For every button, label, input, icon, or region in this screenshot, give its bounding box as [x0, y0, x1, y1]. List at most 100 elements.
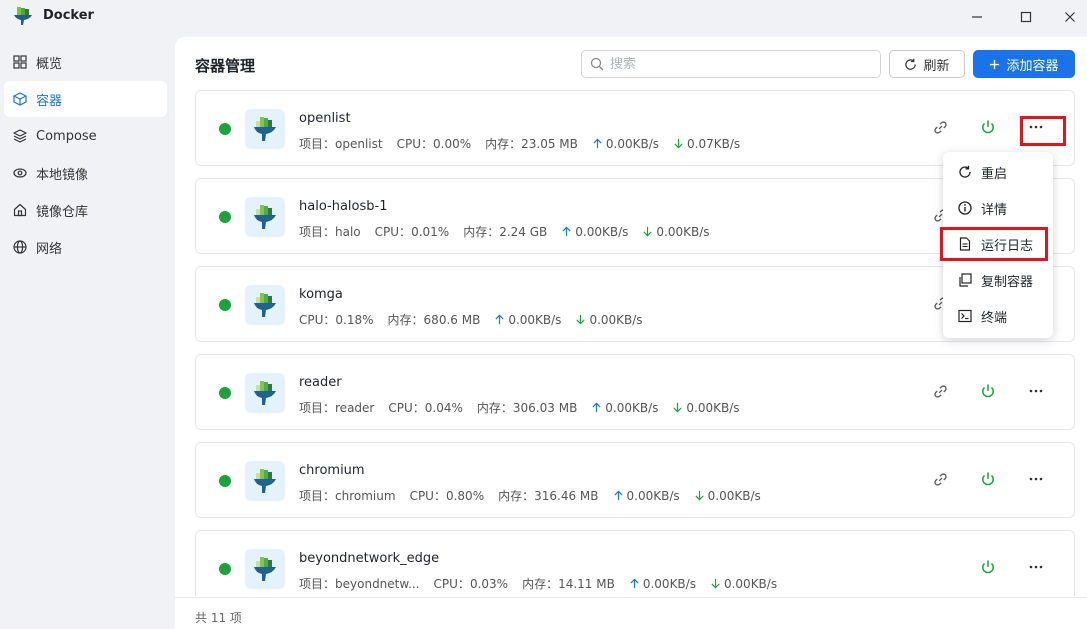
power-button[interactable] — [976, 117, 1000, 141]
download-arrow-icon — [575, 314, 586, 325]
open-link-button[interactable] — [928, 381, 952, 405]
container-name: komga — [299, 287, 343, 302]
container-logo-icon — [245, 549, 285, 589]
project-value: halo — [335, 224, 361, 239]
running-status-dot — [219, 475, 231, 487]
running-status-dot — [219, 387, 231, 399]
layers-icon — [12, 128, 28, 144]
sidebar-item-network[interactable]: 网络 — [4, 229, 167, 265]
info-icon — [958, 201, 972, 215]
download-arrow-icon — [672, 402, 683, 413]
container-stats: CPU： 0.18% 内存： 680.6 MB 0.00KB/s 0.00KB/s — [299, 311, 643, 328]
container-logo-icon — [245, 461, 285, 501]
terminal-icon — [958, 309, 972, 323]
container-card[interactable]: reader 项目： reader CPU： 0.04% 内存： 306.03 MB 0.00… — [195, 354, 1075, 430]
memory-label: 内存： — [387, 313, 424, 327]
power-button[interactable] — [976, 381, 1000, 405]
sidebar: 概览 容器 Compose 本地镜像 镜像仓库 网络 — [0, 44, 175, 266]
running-status-dot — [219, 123, 231, 135]
sidebar-item-compose[interactable]: Compose — [4, 118, 167, 154]
more-actions-button[interactable] — [1024, 381, 1048, 405]
sidebar-item-overview[interactable]: 概览 — [4, 44, 167, 80]
upload-rate: 0.00KB/s — [508, 312, 562, 327]
maximize-button[interactable] — [1016, 7, 1036, 27]
open-link-button[interactable] — [928, 117, 952, 141]
upload-arrow-icon — [629, 578, 640, 589]
project-label: 项目： — [299, 489, 336, 503]
grid-icon — [12, 54, 28, 70]
close-button[interactable] — [1060, 7, 1080, 27]
cpu-value: 0.01% — [411, 224, 450, 239]
search-box[interactable] — [581, 50, 881, 78]
add-container-label: 添加容器 — [1006, 58, 1059, 74]
cube-icon — [12, 91, 28, 107]
more-actions-button[interactable] — [1024, 469, 1048, 493]
link-icon — [933, 120, 948, 139]
container-stats: 项目： beyondnetw... CPU： 0.03% 内存： 14.11 MB 0.00… — [299, 575, 777, 592]
power-button[interactable] — [976, 557, 1000, 581]
upload-arrow-icon — [561, 226, 572, 237]
more-icon — [1028, 383, 1044, 403]
sidebar-item-containers[interactable]: 容器 — [4, 81, 167, 117]
footer: 共 11 项 — [175, 597, 1087, 629]
container-stats: 项目： halo CPU： 0.01% 内存： 2.24 GB 0.00KB/s 0.00KB… — [299, 223, 710, 240]
container-name: reader — [299, 375, 342, 390]
cpu-value: 0.18% — [335, 312, 374, 327]
container-name: halo-halosb-1 — [299, 199, 388, 214]
page-title: 容器管理 — [195, 57, 256, 75]
menu-item-label: 复制容器 — [981, 274, 1034, 290]
open-link-button[interactable] — [928, 469, 952, 493]
app-title: Docker — [43, 8, 94, 23]
container-card[interactable]: chromium 项目： chromium CPU： 0.80% 内存： 316.46 MB… — [195, 442, 1075, 518]
sidebar-item-label: 本地镜像 — [36, 167, 89, 183]
running-status-dot — [219, 563, 231, 575]
power-button[interactable] — [976, 469, 1000, 493]
cpu-value: 0.03% — [469, 576, 509, 591]
sidebar-item-label: 概览 — [36, 56, 63, 72]
container-name: beyondnetwork_edge — [299, 551, 440, 566]
project-label: 项目： — [299, 137, 336, 151]
project-value: beyondnetw... — [335, 576, 420, 591]
menu-item-label: 重启 — [981, 166, 1008, 182]
memory-label: 内存： — [476, 401, 513, 415]
download-rate: 0.00KB/s — [723, 576, 778, 591]
menu-item-label: 终端 — [981, 310, 1008, 326]
memory-value: 23.05 MB — [521, 136, 578, 151]
memory-value: 14.11 MB — [558, 576, 615, 591]
memory-value: 306.03 MB — [512, 400, 578, 415]
container-card[interactable]: beyondnetwork_edge 项目： beyondnetw... CPU： 0.… — [195, 530, 1075, 596]
refresh-label: 刷新 — [923, 58, 950, 74]
download-rate: 0.00KB/s — [656, 224, 710, 239]
restart-icon — [959, 165, 971, 178]
sidebar-item-local-images[interactable]: 本地镜像 — [4, 155, 167, 191]
memory-label: 内存： — [498, 489, 535, 503]
upload-arrow-icon — [494, 314, 505, 325]
more-actions-button[interactable] — [1024, 557, 1048, 581]
project-label: 项目： — [299, 401, 336, 415]
add-container-button[interactable]: 添加容器 — [973, 50, 1075, 78]
cpu-label: CPU： — [409, 489, 446, 503]
menu-item-duplicate[interactable]: 复制容器 — [943, 262, 1053, 298]
refresh-button[interactable]: 刷新 — [889, 50, 965, 78]
search-input[interactable] — [610, 56, 870, 72]
container-stats: 项目： reader CPU： 0.04% 内存： 306.03 MB 0.00KB/s 0.… — [299, 399, 740, 416]
menu-item-restart[interactable]: 重启 — [943, 154, 1053, 190]
menu-item-terminal[interactable]: 终端 — [943, 298, 1053, 334]
link-icon — [933, 472, 948, 491]
minimize-button[interactable] — [967, 7, 987, 27]
menu-item-label: 详情 — [981, 202, 1008, 218]
memory-label: 内存： — [522, 577, 559, 591]
cpu-value: 0.04% — [424, 400, 463, 415]
memory-label: 内存： — [463, 225, 500, 239]
menu-item-details[interactable]: 详情 — [943, 190, 1053, 226]
upload-arrow-icon — [592, 138, 603, 149]
container-logo-icon — [245, 109, 285, 149]
upload-rate: 0.00KB/s — [642, 576, 696, 591]
download-arrow-icon — [673, 138, 684, 149]
sidebar-item-registry[interactable]: 镜像仓库 — [4, 192, 167, 228]
maximize-icon — [1020, 11, 1032, 23]
project-label: 项目： — [299, 225, 336, 239]
sidebar-item-label: 镜像仓库 — [36, 204, 89, 220]
cpu-value: 0.80% — [445, 488, 485, 503]
download-arrow-icon — [694, 490, 705, 501]
